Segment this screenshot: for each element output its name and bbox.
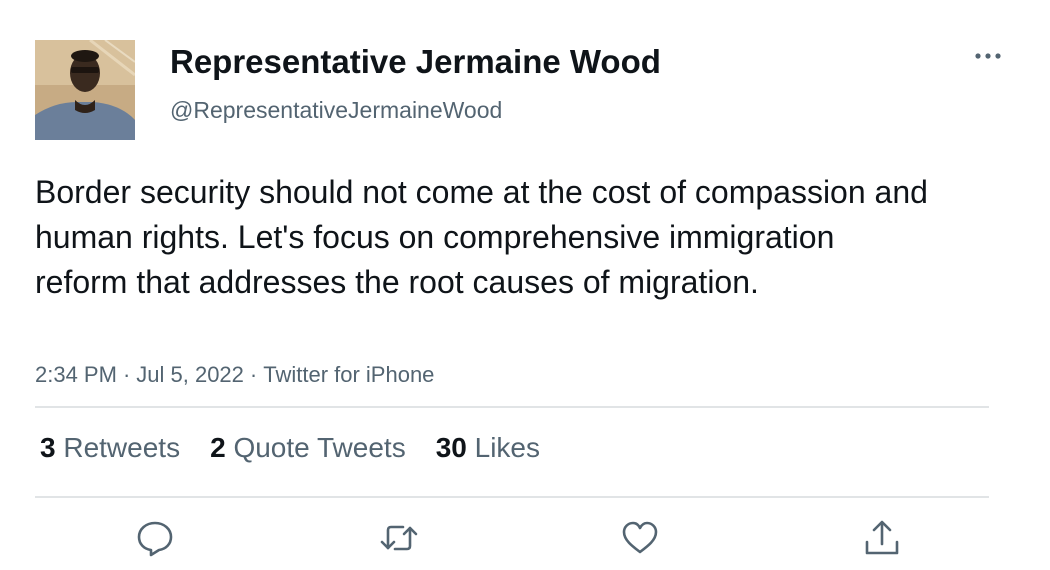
tweet-detail: Representative Jermaine Wood @Representa…: [0, 0, 1050, 570]
retweets-count: 3: [40, 432, 56, 463]
avatar-photo: [35, 40, 135, 140]
share-button[interactable]: [862, 518, 902, 558]
author-handle[interactable]: @RepresentativeJermaineWood: [170, 95, 502, 125]
tweet-text: Border security should not come at the c…: [35, 174, 928, 300]
avatar[interactable]: [35, 40, 135, 140]
retweets-label: Retweets: [63, 432, 181, 463]
retweets-stat[interactable]: 3 Retweets: [40, 430, 180, 466]
retweet-button[interactable]: [379, 518, 419, 558]
likes-stat[interactable]: 30 Likes: [436, 430, 540, 466]
quote-tweets-count: 2: [210, 432, 226, 463]
tweet-source[interactable]: Twitter for iPhone: [263, 362, 434, 387]
tweet-date[interactable]: Jul 5, 2022: [136, 362, 244, 387]
more-options-button[interactable]: [968, 44, 1008, 68]
author-display-name[interactable]: Representative Jermaine Wood: [170, 42, 661, 82]
heart-icon: [622, 521, 658, 554]
likes-count: 30: [435, 432, 467, 463]
share-icon: [865, 520, 899, 555]
quote-tweets-stat[interactable]: 2 Quote Tweets: [210, 430, 406, 466]
engagement-stats: 3 Retweets 2 Quote Tweets 30 Likes: [40, 430, 540, 466]
tweet-time[interactable]: 2:34 PM: [35, 362, 117, 387]
likes-label: Likes: [474, 432, 541, 463]
retweet-icon: [380, 525, 418, 551]
meta-separator: ·: [122, 362, 131, 387]
reply-button[interactable]: [135, 518, 175, 558]
meta-separator: ·: [249, 362, 258, 387]
reply-icon: [137, 521, 173, 557]
divider: [35, 496, 989, 498]
tweet-metadata: 2:34 PM · Jul 5, 2022 · Twitter for iPhone: [35, 360, 434, 390]
divider: [35, 406, 989, 408]
quote-tweets-label: Quote Tweets: [233, 432, 406, 463]
like-button[interactable]: [620, 518, 660, 558]
more-horizontal-icon: [975, 53, 1001, 59]
